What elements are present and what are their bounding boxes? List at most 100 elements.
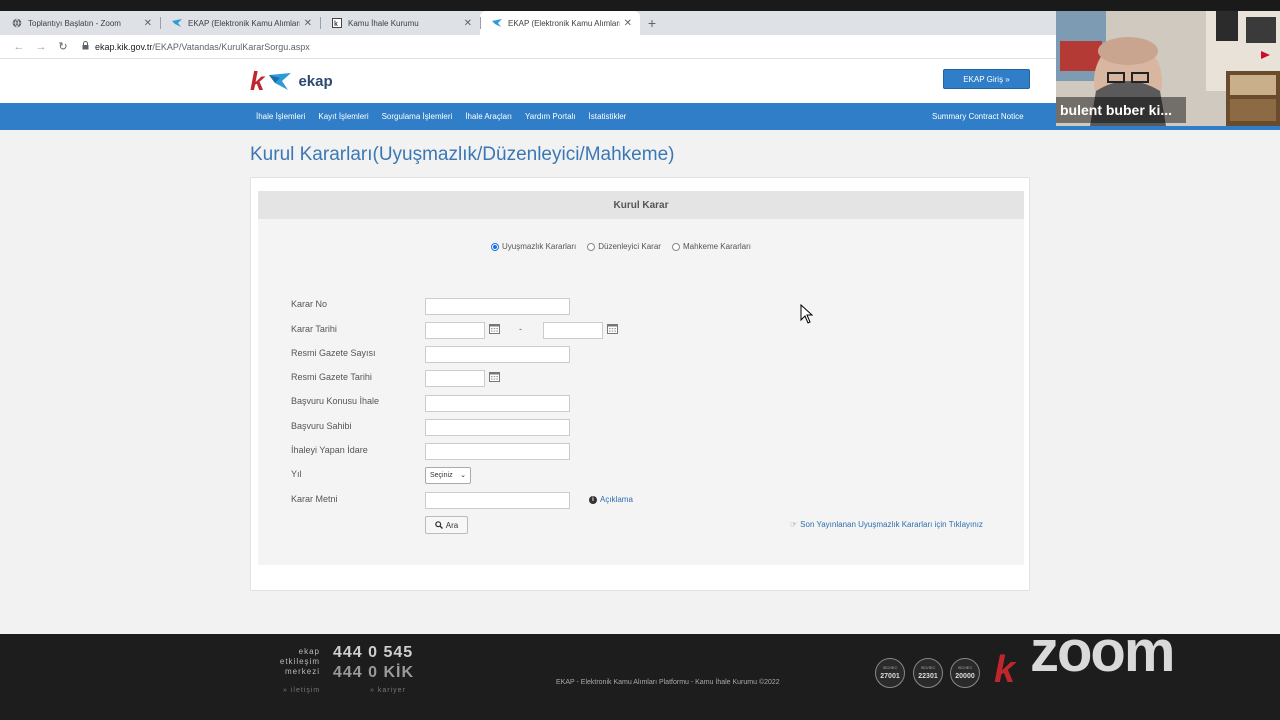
ekap-logo[interactable]: k ekap bbox=[250, 66, 333, 96]
mouse-cursor-icon bbox=[800, 304, 814, 324]
decision-type-radio-group: Uyuşmazlık Kararları Düzenleyici Karar M… bbox=[491, 242, 762, 251]
karar-metni-label: Karar Metni bbox=[291, 494, 338, 504]
zoom-watermark-logo: zoom bbox=[1030, 619, 1175, 684]
globe-icon bbox=[12, 18, 22, 28]
browser-tab-bar: Toplantıyı Başlatın - Zoom ✕ EKAP (Elekt… bbox=[0, 11, 1056, 35]
radio-label: Düzenleyici Karar bbox=[598, 242, 661, 251]
radio-button-checked[interactable] bbox=[491, 242, 499, 251]
nav-istatistikler[interactable]: İstatistikler bbox=[589, 112, 627, 121]
footer-link-iletisim[interactable]: » iletişim bbox=[283, 687, 320, 694]
recent-decisions-link[interactable]: ☞ Son Yayınlanan Uyuşmazlık Kararları iç… bbox=[790, 520, 983, 529]
chevron-down-icon: ⌄ bbox=[460, 472, 466, 479]
yil-select[interactable]: Seçiniz ⌄ bbox=[425, 467, 471, 484]
resmi-gazete-sayisi-input[interactable] bbox=[425, 346, 570, 363]
logo-k: k bbox=[250, 66, 265, 96]
phone-number-letters: 444 0 KİK bbox=[333, 664, 415, 681]
browser-tab-ekap-active[interactable]: EKAP (Elektronik Kamu Alımları P ✕ bbox=[480, 11, 640, 35]
search-panel: Kurul Karar Uyuşmazlık Kararları Düzenle… bbox=[250, 177, 1030, 591]
close-tab-icon[interactable]: ✕ bbox=[624, 18, 632, 29]
forward-arrow-icon[interactable]: → bbox=[30, 41, 52, 53]
contact-center-label: ekap etkileşim merkezi bbox=[262, 647, 320, 677]
kik-icon: k bbox=[332, 18, 342, 28]
nav-ihale-araclari[interactable]: İhale Araçları bbox=[465, 112, 512, 121]
panel-title: Kurul Karar bbox=[258, 191, 1024, 219]
site-footer: ekap etkileşim merkezi 444 0 545 444 0 K… bbox=[0, 622, 1280, 720]
close-tab-icon[interactable]: ✕ bbox=[304, 18, 312, 29]
close-tab-icon[interactable]: ✕ bbox=[144, 18, 152, 29]
url-host: ekap.kik.gov.tr bbox=[95, 41, 153, 52]
radio-button[interactable] bbox=[671, 242, 680, 251]
url-text[interactable]: ekap.kik.gov.tr/EKAP/Vatandas/KurulKarar… bbox=[95, 42, 310, 52]
tab-title: Toplantıyı Başlatın - Zoom bbox=[28, 18, 121, 28]
radio-duzenleyici[interactable]: Düzenleyici Karar bbox=[587, 242, 661, 251]
yil-select-value: Seçiniz bbox=[430, 472, 453, 479]
karar-no-input[interactable] bbox=[425, 298, 570, 315]
ihaleyi-yapan-idare-label: İhaleyi Yapan İdare bbox=[291, 445, 368, 455]
info-icon: i bbox=[589, 495, 597, 504]
radio-button[interactable] bbox=[587, 242, 596, 251]
nav-sorgulama-islemleri[interactable]: Sorgulama İşlemleri bbox=[382, 112, 453, 121]
logo-word: ekap bbox=[298, 72, 333, 90]
contact-line: ekap bbox=[298, 647, 320, 656]
address-bar: ← → ↻ ekap.kik.gov.tr/EKAP/Vatandas/Kuru… bbox=[0, 35, 1056, 59]
nav-summary-contract-notice[interactable]: Summary Contract Notice bbox=[932, 103, 1024, 130]
search-button-label: Ara bbox=[445, 520, 459, 530]
search-form: Kurul Karar Uyuşmazlık Kararları Düzenle… bbox=[258, 191, 1024, 565]
cert-standard: ISO/IEC bbox=[957, 665, 973, 670]
page-title: Kurul Kararları(Uyuşmazlık/Düzenleyici/M… bbox=[250, 144, 675, 165]
ekap-bird-icon bbox=[492, 18, 502, 28]
calendar-icon[interactable] bbox=[489, 324, 500, 334]
resmi-gazete-tarihi-label: Resmi Gazete Tarihi bbox=[291, 372, 372, 382]
date-range-separator: - bbox=[519, 324, 522, 334]
nav-ihale-islemleri[interactable]: İhale İşlemleri bbox=[256, 112, 305, 121]
back-arrow-icon[interactable]: ← bbox=[8, 41, 30, 53]
ekap-bird-icon bbox=[269, 73, 292, 90]
nav-kayit-islemleri[interactable]: Kayıt İşlemleri bbox=[318, 112, 368, 121]
svg-text:k: k bbox=[334, 21, 338, 28]
contact-line: etkileşim bbox=[279, 657, 320, 666]
footer-link-kariyer[interactable]: » kariyer bbox=[370, 687, 406, 694]
ekap-login-button[interactable]: EKAP Giriş » bbox=[943, 69, 1030, 89]
calendar-icon[interactable] bbox=[607, 324, 618, 334]
cert-standard: ISO/IEC bbox=[882, 665, 898, 670]
basvuru-konusu-label: Başvuru Konusu İhale bbox=[291, 396, 380, 406]
karar-tarihi-start-input[interactable] bbox=[425, 322, 485, 339]
tab-title: Kamu İhale Kurumu bbox=[348, 18, 419, 28]
radio-uyusmazlik[interactable]: Uyuşmazlık Kararları bbox=[491, 242, 576, 251]
new-tab-icon[interactable]: + bbox=[640, 11, 664, 35]
close-tab-icon[interactable]: ✕ bbox=[464, 18, 472, 29]
url-path: /EKAP/Vatandas/KurulKararSorgu.aspx bbox=[152, 41, 310, 52]
radio-label: Uyuşmazlık Kararları bbox=[502, 242, 577, 251]
aciklama-link[interactable]: i Açıklama bbox=[589, 495, 633, 504]
footer-copyright: EKAP - Elektronik Kamu Alımları Platform… bbox=[556, 679, 780, 686]
karar-metni-input[interactable] bbox=[425, 492, 570, 509]
iso-22301-badge: ISO/IEC 22301 bbox=[913, 658, 943, 688]
karar-tarihi-end-input[interactable] bbox=[543, 322, 603, 339]
tab-title: EKAP (Elektronik Kamu Alımları P bbox=[508, 18, 620, 28]
browser-tab-kik[interactable]: k Kamu İhale Kurumu ✕ bbox=[320, 11, 480, 35]
search-icon bbox=[434, 521, 443, 529]
ihaleyi-yapan-idare-input[interactable] bbox=[425, 443, 570, 460]
calendar-icon[interactable] bbox=[489, 372, 500, 382]
site-header: k ekap EKAP Giriş » bbox=[0, 59, 1056, 103]
radio-label: Mahkeme Kararları bbox=[682, 242, 751, 251]
karar-tarihi-label: Karar Tarihi bbox=[291, 324, 337, 334]
nav-yardim-portali[interactable]: Yardım Portalı bbox=[525, 112, 576, 121]
webcam-participant-name: bulent buber ki... bbox=[1056, 97, 1186, 123]
lock-icon[interactable] bbox=[82, 41, 89, 52]
recent-decisions-label: Son Yayınlanan Uyuşmazlık Kararları için… bbox=[800, 520, 983, 529]
resmi-gazete-tarihi-input[interactable] bbox=[425, 370, 485, 387]
browser-tab-zoom[interactable]: Toplantıyı Başlatın - Zoom ✕ bbox=[0, 11, 160, 35]
basvuru-sahibi-label: Başvuru Sahibi bbox=[291, 421, 352, 431]
resmi-gazete-sayisi-label: Resmi Gazete Sayısı bbox=[291, 348, 376, 358]
basvuru-konusu-input[interactable] bbox=[425, 395, 570, 412]
basvuru-sahibi-input[interactable] bbox=[425, 419, 570, 436]
hand-pointer-icon: ☞ bbox=[790, 520, 798, 529]
contact-line: merkezi bbox=[284, 667, 320, 676]
cert-number: 27001 bbox=[880, 673, 900, 680]
browser-tab-ekap-1[interactable]: EKAP (Elektronik Kamu Alımları P ✕ bbox=[160, 11, 320, 35]
search-button[interactable]: Ara bbox=[425, 516, 468, 534]
reload-icon[interactable]: ↻ bbox=[52, 40, 74, 53]
radio-mahkeme[interactable]: Mahkeme Kararları bbox=[671, 242, 751, 251]
screen-top-strip bbox=[0, 0, 1280, 11]
